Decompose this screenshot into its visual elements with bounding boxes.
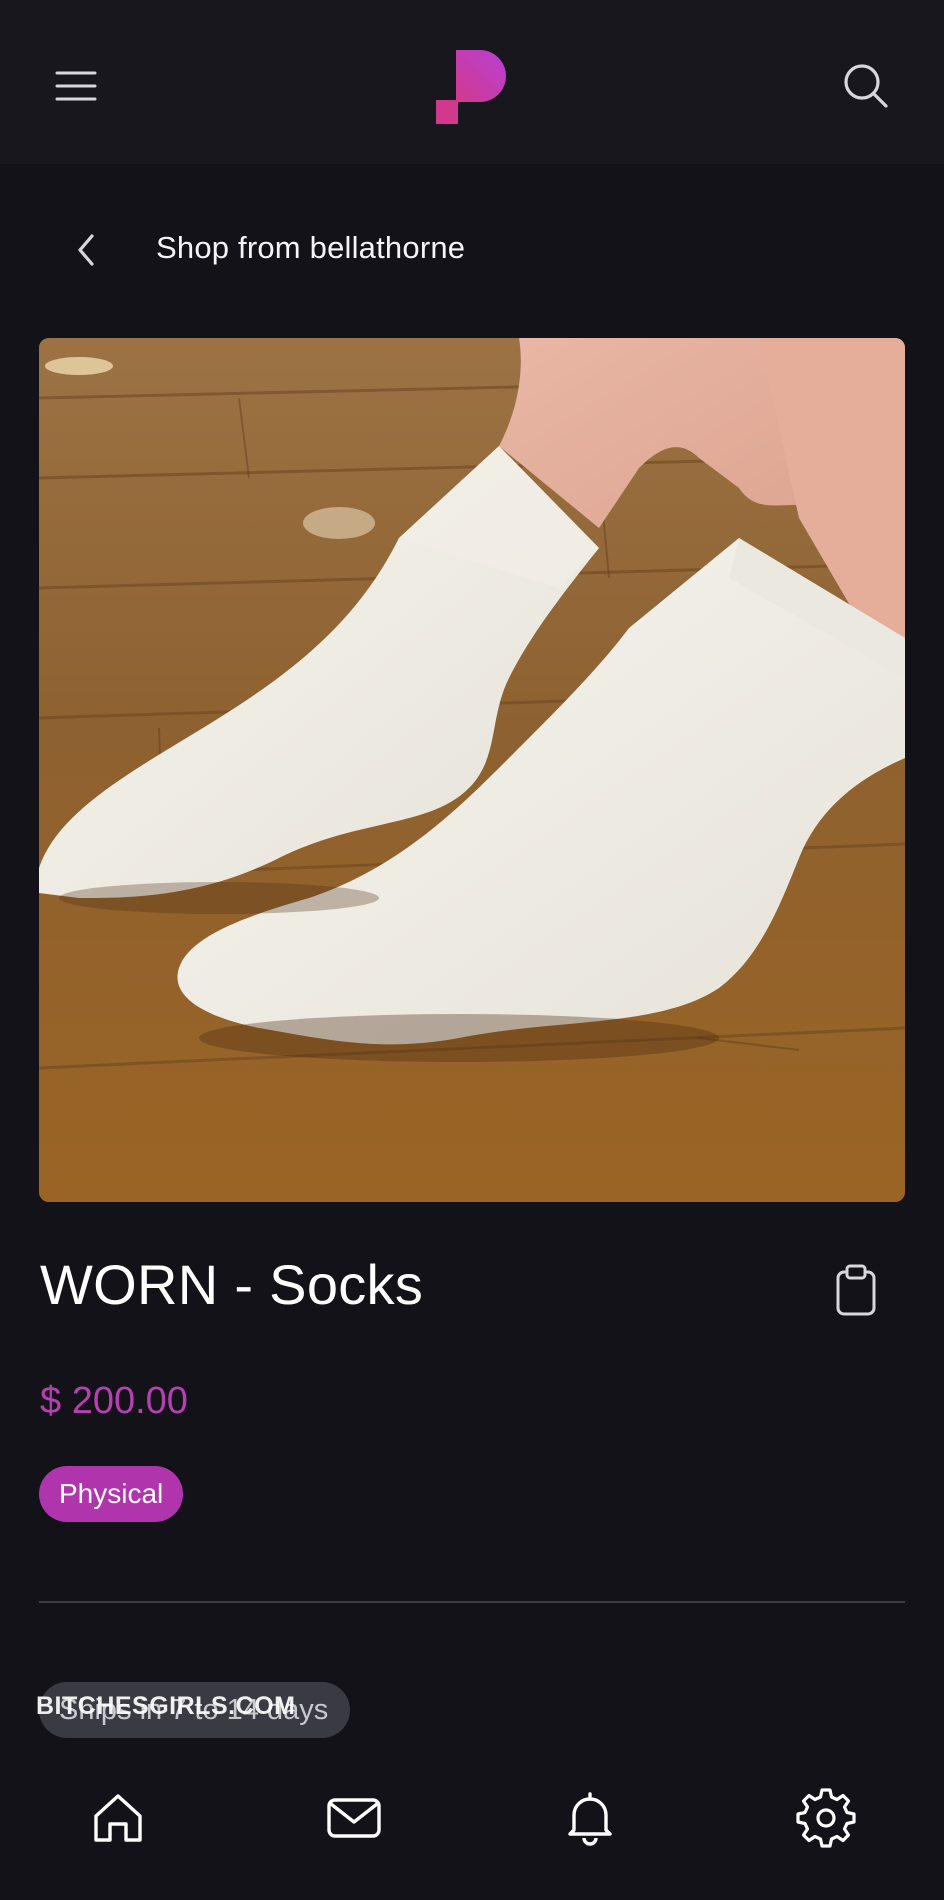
product-price: $ 200.00 — [40, 1380, 188, 1422]
menu-icon[interactable] — [52, 62, 100, 110]
top-bar — [0, 0, 944, 164]
page: Shop from bellathorne WORN - Socks $ 200… — [0, 0, 944, 1900]
brand-logo[interactable] — [430, 44, 514, 128]
product-title: WORN - Socks — [40, 1253, 424, 1316]
mail-icon[interactable] — [324, 1788, 384, 1848]
type-badge: Physical — [39, 1466, 184, 1522]
divider — [39, 1601, 905, 1603]
bell-icon[interactable] — [560, 1788, 620, 1848]
bottom-nav — [0, 1762, 944, 1900]
chevron-left-icon[interactable] — [68, 228, 108, 272]
product-image[interactable] — [39, 338, 905, 1202]
watermark: BITCHESGIRLS.COM — [36, 1692, 296, 1720]
clipboard-icon[interactable] — [832, 1262, 880, 1318]
gear-icon[interactable] — [796, 1788, 856, 1848]
home-icon[interactable] — [88, 1788, 148, 1848]
search-icon[interactable] — [840, 60, 892, 112]
page-title: Shop from bellathorne — [156, 230, 466, 265]
